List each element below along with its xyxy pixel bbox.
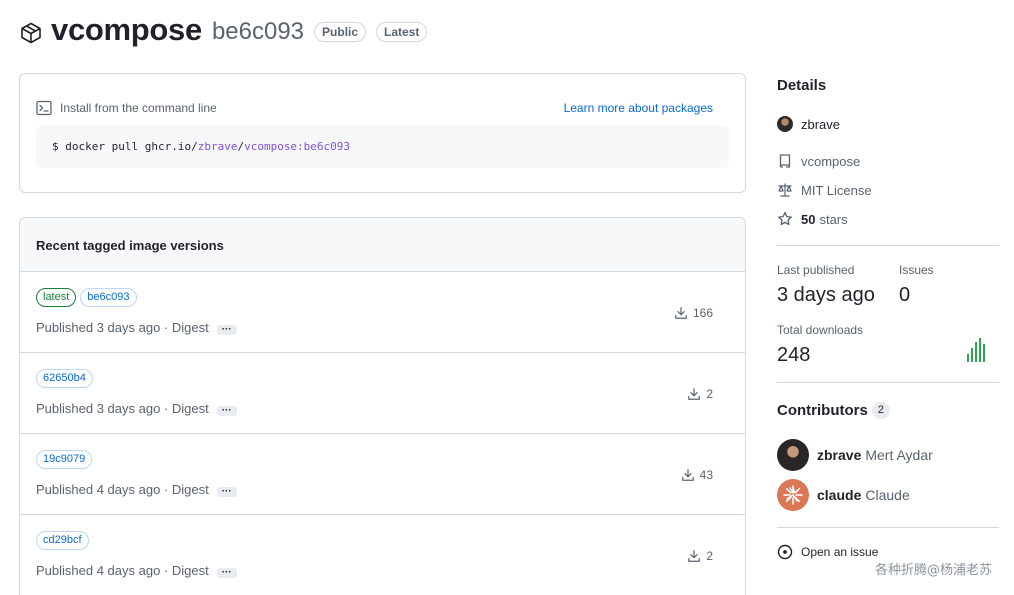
download-count-value: 43: [699, 468, 713, 482]
contributor-item[interactable]: claude Claude: [777, 479, 910, 511]
avatar: [777, 439, 809, 471]
published-text: Published 4 days ago · Digest: [36, 482, 209, 497]
version-tag[interactable]: cd29bcf: [36, 531, 89, 550]
package-name: vcompose: [51, 12, 202, 47]
open-issue-text: Open an issue: [801, 545, 879, 559]
owner-name: zbrave: [801, 116, 841, 132]
owner-link[interactable]: zbrave: [777, 116, 840, 132]
open-issue-link[interactable]: Open an issue: [777, 544, 878, 560]
divider: [777, 527, 999, 528]
version-row: latest be6c093 Published 3 days ago · Di…: [20, 272, 745, 353]
license-name: MIT License: [801, 182, 872, 198]
download-count: 2: [687, 549, 713, 563]
contributor-login: zbrave: [817, 447, 862, 463]
contributor-name: Claude: [865, 487, 910, 503]
digest-expand-button[interactable]: ···: [216, 486, 237, 497]
published-text: Published 3 days ago · Digest: [36, 320, 209, 335]
stars-link[interactable]: 50 stars: [777, 211, 848, 227]
docker-pull-command[interactable]: $ docker pull ghcr.io/zbrave/vcompose:be…: [36, 125, 729, 168]
version-tag[interactable]: 62650b4: [36, 369, 93, 388]
issues-value: 0: [899, 284, 911, 306]
download-icon: [675, 307, 687, 319]
digest-expand-button[interactable]: ···: [216, 567, 237, 578]
divider: [777, 245, 999, 246]
digest-expand-button[interactable]: ···: [216, 324, 237, 335]
download-icon: [681, 469, 694, 481]
repo-link[interactable]: vcompose: [777, 153, 860, 169]
downloads-sparkline: [967, 338, 985, 362]
published-text: Published 3 days ago · Digest: [36, 401, 209, 416]
spark-bar: [971, 348, 973, 362]
owner-avatar: [777, 116, 793, 132]
download-count-value: 166: [692, 306, 713, 320]
public-badge: Public: [314, 22, 367, 42]
install-panel: Install from the command line Learn more…: [19, 73, 746, 193]
version-row: cd29bcf Published 4 days ago · Digest ··…: [20, 515, 745, 595]
contributors-count-badge: 2: [871, 402, 890, 419]
spark-bar: [979, 338, 981, 362]
law-icon: [778, 183, 792, 197]
package-version: be6c093: [211, 17, 305, 45]
package-header: vcompose be6c093 Public Latest: [19, 12, 428, 48]
total-downloads-value: 248: [777, 344, 811, 366]
download-icon: [688, 388, 701, 400]
download-count: 43: [681, 468, 713, 482]
issues-label: Issues: [899, 263, 934, 277]
star-icon: [778, 211, 792, 226]
stars-label: stars: [819, 211, 848, 227]
last-published-value: 3 days ago: [777, 284, 875, 306]
spark-bar: [967, 354, 969, 362]
contributors-title: Contributors: [777, 402, 868, 419]
spark-bar: [983, 344, 985, 362]
contributor-item[interactable]: zbrave Mert Aydar: [777, 439, 933, 471]
last-published-label: Last published: [777, 263, 855, 277]
download-count-value: 2: [706, 387, 713, 401]
published-text: Published 4 days ago · Digest: [36, 563, 209, 578]
watermark: 各种折腾@杨浦老苏: [875, 563, 993, 578]
stars-count: 50: [801, 211, 816, 227]
download-icon: [688, 550, 701, 562]
install-title-text: Install from the command line: [60, 101, 217, 115]
digest-expand-button[interactable]: ···: [216, 405, 237, 416]
package-icon: [21, 22, 41, 44]
repo-name: vcompose: [801, 153, 861, 169]
total-downloads-label: Total downloads: [777, 323, 864, 337]
version-tag[interactable]: be6c093: [80, 288, 137, 307]
version-tag[interactable]: 19c9079: [36, 450, 93, 469]
download-count-value: 2: [706, 549, 713, 563]
details-title: Details: [777, 77, 827, 94]
starburst-icon: [783, 485, 803, 505]
license-link[interactable]: MIT License: [777, 182, 872, 198]
repo-icon: [779, 154, 791, 168]
cmd-owner: zbrave: [197, 140, 238, 153]
contributor-login: claude: [817, 487, 862, 503]
issue-opened-icon: [777, 544, 793, 560]
download-count: 166: [674, 306, 713, 320]
contributor-name: Mert Aydar: [865, 447, 933, 463]
cmd-image: vcompose:be6c093: [244, 140, 351, 153]
cmd-prefix: $ docker pull ghcr.io/: [52, 140, 198, 153]
install-title: Install from the command line: [36, 100, 217, 116]
version-row: 62650b4 Published 3 days ago · Digest ··…: [20, 353, 745, 434]
latest-badge: Latest: [376, 22, 428, 42]
learn-more-link[interactable]: Learn more about packages: [564, 101, 713, 115]
spark-bar: [975, 342, 977, 362]
version-row: 19c9079 Published 4 days ago · Digest ··…: [20, 434, 745, 515]
version-tag-latest[interactable]: latest: [36, 288, 77, 307]
terminal-icon: [36, 100, 52, 116]
download-count: 2: [687, 387, 713, 401]
versions-heading: Recent tagged image versions: [20, 218, 745, 272]
claude-avatar: [777, 479, 809, 511]
divider: [777, 382, 999, 383]
contributors-heading: Contributors 2: [777, 402, 890, 419]
versions-panel: Recent tagged image versions latest be6c…: [19, 217, 746, 595]
